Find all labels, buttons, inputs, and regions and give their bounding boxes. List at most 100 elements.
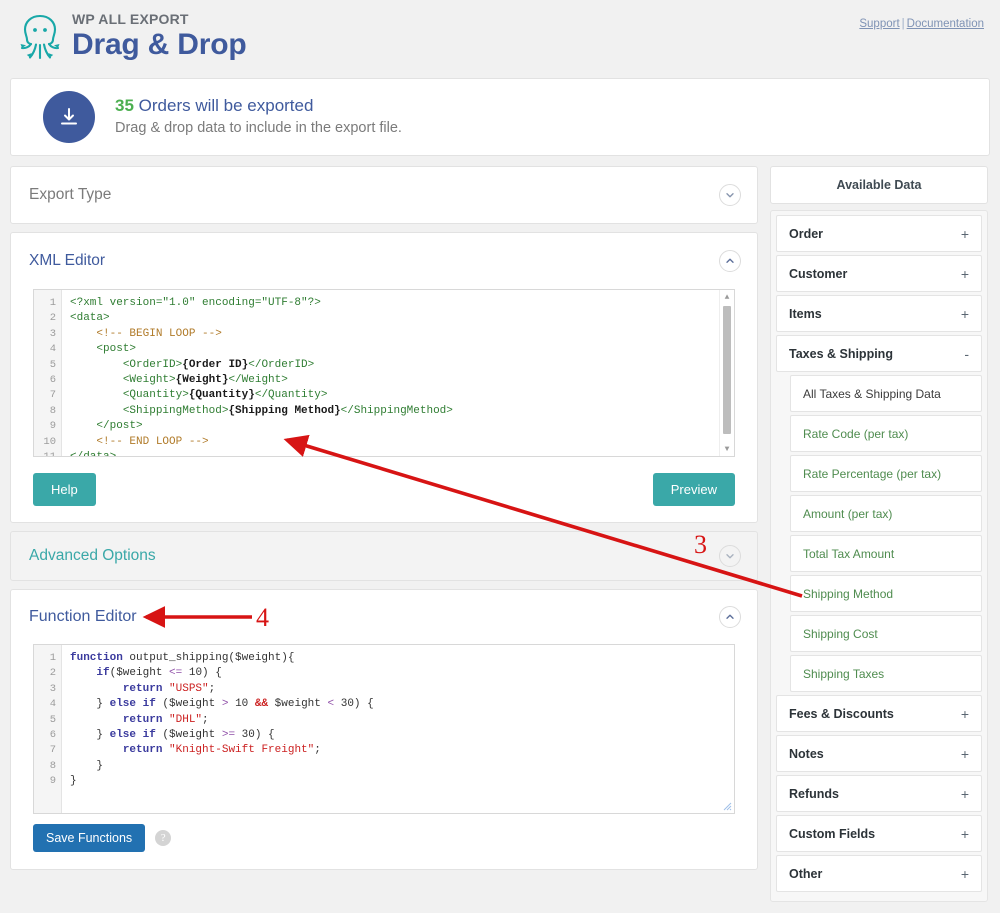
sidebar-group-customer[interactable]: Customer + [776, 255, 982, 292]
sidebar-group-taxes-shipping[interactable]: Taxes & Shipping - [776, 335, 982, 372]
line-number: 2 [49, 667, 56, 680]
sidebar-group-custom-fields[interactable]: Custom Fields + [776, 815, 982, 852]
expand-plus-icon[interactable]: + [961, 707, 969, 721]
expand-plus-icon[interactable]: + [961, 227, 969, 241]
sidebar-group-order[interactable]: Order + [776, 215, 982, 252]
line-number: 4 [49, 698, 56, 711]
sidebar-group-notes[interactable]: Notes + [776, 735, 982, 772]
sidebar-field-all-taxes-shipping-data[interactable]: All Taxes & Shipping Data [790, 375, 982, 412]
save-functions-button[interactable]: Save Functions [33, 824, 146, 852]
sidebar-field-total-tax-amount[interactable]: Total Tax Amount [790, 535, 982, 572]
line-number: 9 [49, 775, 56, 788]
panel-advanced-options[interactable]: Advanced Options [10, 531, 758, 581]
xml-editor-title: XML Editor [29, 252, 106, 269]
expand-plus-icon[interactable]: + [961, 307, 969, 321]
chevron-up-icon[interactable] [719, 250, 741, 272]
function-code-lines[interactable]: function output_shipping($weight){ if($w… [62, 645, 734, 813]
support-link[interactable]: Support [859, 18, 899, 30]
export-notice: 35 Orders will be exported Drag & drop d… [10, 78, 990, 156]
code-line: </data> [70, 450, 734, 456]
line-number: 9 [49, 420, 56, 433]
line-number: 7 [49, 744, 56, 757]
sidebar-group-fees-discounts[interactable]: Fees & Discounts + [776, 695, 982, 732]
expand-plus-icon[interactable]: + [961, 867, 969, 881]
export-type-title: Export Type [29, 186, 112, 203]
sidebar-field-shipping-cost[interactable]: Shipping Cost [790, 615, 982, 652]
sidebar-field-shipping-method[interactable]: Shipping Method [790, 575, 982, 612]
preview-button[interactable]: Preview [652, 473, 735, 506]
main-layout: Export Type XML Editor 1 2 3 4 5 6 7 8 9… [0, 156, 1000, 902]
line-number: 1 [49, 297, 56, 309]
octopus-logo-icon [14, 10, 66, 64]
scrollbar-thumb[interactable] [723, 306, 731, 434]
question-mark-icon[interactable]: ? [155, 830, 172, 846]
sidebar-field-shipping-taxes[interactable]: Shipping Taxes [790, 655, 982, 692]
code-line: <Quantity>{Quantity}</Quantity> [122, 389, 328, 402]
function-editor-body: 1 2 3 4 5 6 7 8 9 function output_shippi… [11, 644, 757, 814]
expand-plus-icon[interactable]: + [961, 827, 969, 841]
xml-editor-scrollbar[interactable]: ▲ ▼ [719, 290, 734, 456]
expand-plus-icon[interactable]: + [961, 267, 969, 281]
page-title: Drag & Drop [72, 28, 247, 61]
sidebar-title: Available Data [770, 166, 988, 204]
line-number: 4 [49, 343, 56, 356]
documentation-link[interactable]: Documentation [907, 18, 984, 30]
order-count: 35 [115, 96, 134, 115]
code-line: return "Knight-Swift Freight"; [122, 744, 321, 757]
sidebar-group-refunds[interactable]: Refunds + [776, 775, 982, 812]
line-number: 3 [49, 327, 56, 340]
xml-editor-header[interactable]: XML Editor [11, 233, 757, 289]
sidebar-groups: Order + Customer + Items + Taxes & Shipping - Al… [770, 210, 988, 902]
notice-subline: Drag & drop data to include in the expor… [115, 120, 402, 136]
function-editor-buttons: Save Functions ? [11, 814, 757, 868]
download-icon [43, 91, 95, 143]
sidebar-group-other[interactable]: Other + [776, 855, 982, 892]
code-line: return "DHL"; [122, 713, 209, 726]
annotation-number-4: 4 [256, 603, 269, 632]
scroll-down-icon[interactable]: ▼ [720, 442, 734, 456]
chevron-up-icon[interactable] [719, 606, 741, 628]
sidebar-group-label: Customer [789, 266, 848, 281]
sidebar-field-rate-code-per-tax[interactable]: Rate Code (per tax) [790, 415, 982, 452]
function-editor-title: Function Editor [29, 608, 137, 625]
code-line: <post> [96, 343, 137, 356]
function-editor-header[interactable]: Function Editor [11, 590, 757, 644]
xml-code-editor[interactable]: 1 2 3 4 5 6 7 8 9 10 11 <?xml version="1… [33, 289, 735, 457]
sidebar-group-label: Items [789, 306, 822, 321]
code-line: <data> [70, 312, 110, 325]
sidebar-group-label: Notes [789, 746, 824, 761]
expand-plus-icon[interactable]: + [961, 787, 969, 801]
code-line: <ShippingMethod>{Shipping Method}</Shipp… [122, 404, 453, 417]
sidebar-group-label: Order [789, 226, 824, 241]
line-number: 6 [49, 374, 56, 387]
line-number: 11 [34, 450, 61, 456]
code-line: </post> [96, 420, 143, 433]
function-code-editor[interactable]: 1 2 3 4 5 6 7 8 9 function output_shippi… [33, 644, 735, 814]
scroll-up-icon[interactable]: ▲ [720, 290, 734, 304]
page-header: WP ALL EXPORT Drag & Drop Support | Docume… [0, 0, 1000, 70]
code-line: } [96, 759, 104, 772]
line-number: 7 [49, 389, 56, 402]
code-line: <!-- END LOOP --> [96, 435, 209, 448]
code-line: <?xml version="1.0" encoding="UTF-8"?> [70, 297, 321, 309]
resize-grip-icon[interactable] [722, 801, 732, 811]
panel-export-type[interactable]: Export Type [10, 166, 758, 224]
notice-headline-rest: Orders will be exported [133, 96, 314, 115]
panel-function-editor: Function Editor 1 2 3 4 5 6 7 8 9 functi… [10, 589, 758, 870]
brand: WP ALL EXPORT Drag & Drop [14, 8, 986, 64]
line-number: 10 [43, 435, 56, 448]
sidebar-field-amount-per-tax[interactable]: Amount (per tax) [790, 495, 982, 532]
expand-plus-icon[interactable]: + [961, 747, 969, 761]
sidebar-group-items[interactable]: Items + [776, 295, 982, 332]
xml-code-lines[interactable]: <?xml version="1.0" encoding="UTF-8"?> <d… [62, 290, 734, 456]
export-type-header[interactable]: Export Type [11, 167, 757, 223]
chevron-down-icon[interactable] [719, 545, 741, 567]
advanced-options-header[interactable]: Advanced Options [11, 532, 757, 580]
help-button[interactable]: Help [33, 473, 96, 506]
collapse-minus-icon[interactable]: - [964, 347, 969, 361]
sidebar-field-rate-percentage-per-tax[interactable]: Rate Percentage (per tax) [790, 455, 982, 492]
line-number: 5 [49, 713, 56, 726]
chevron-down-icon[interactable] [719, 184, 741, 206]
advanced-options-title: Advanced Options [29, 547, 156, 564]
brand-subtitle: WP ALL EXPORT [72, 11, 189, 27]
